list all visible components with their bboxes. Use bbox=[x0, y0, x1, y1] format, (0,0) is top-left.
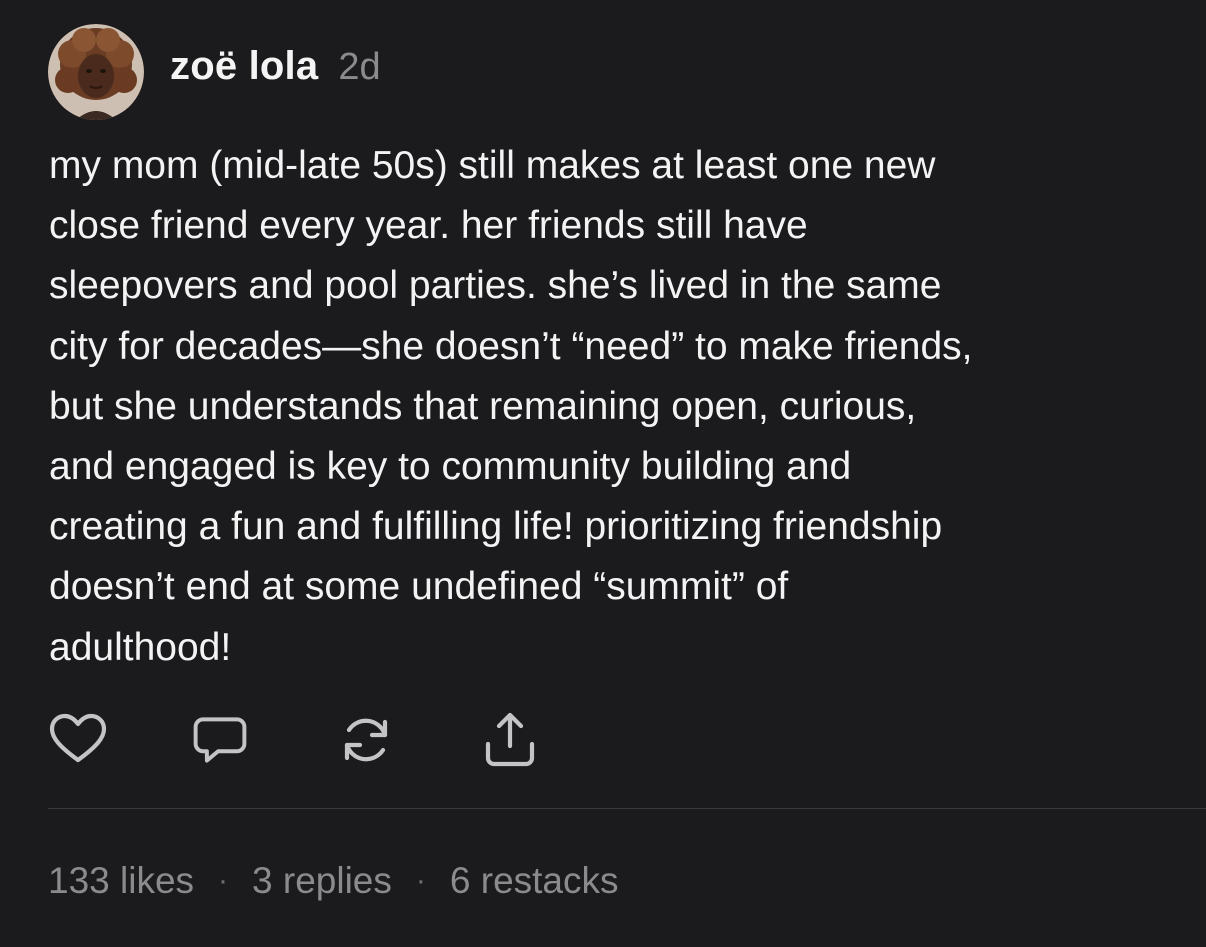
restacks-count[interactable]: 6 restacks bbox=[450, 860, 619, 902]
post-card: zoë lola 2d my mom (mid-late 50s) still … bbox=[0, 0, 1206, 947]
avatar-image bbox=[48, 24, 144, 120]
post-text-line: but she understands that remaining open,… bbox=[49, 384, 917, 428]
post-text-line: creating a fun and fulfilling life! prio… bbox=[49, 505, 943, 549]
heart-icon bbox=[49, 713, 107, 763]
restack-button[interactable] bbox=[336, 710, 396, 770]
restack-icon bbox=[344, 718, 388, 762]
post-text: my mom (mid-late 50s) still makes at lea… bbox=[49, 136, 1179, 678]
share-icon bbox=[485, 712, 535, 767]
post-text-line: my mom (mid-late 50s) still makes at lea… bbox=[49, 144, 936, 187]
replies-count[interactable]: 3 replies bbox=[252, 860, 392, 902]
post-timestamp: 2d bbox=[338, 46, 381, 88]
share-button[interactable] bbox=[480, 710, 540, 770]
post-text-line: city for decades—she doesn’t “need” to m… bbox=[49, 324, 973, 368]
author-name[interactable]: zoë lola bbox=[170, 44, 318, 89]
post-text-line: sleepovers and pool parties. she’s lived… bbox=[49, 264, 942, 308]
post-stats: 133 likes · 3 replies · 6 restacks bbox=[48, 856, 619, 906]
post-text-line: doesn’t end at some undefined “summit” o… bbox=[49, 565, 789, 609]
divider bbox=[48, 808, 1206, 809]
like-button[interactable] bbox=[48, 710, 108, 770]
likes-count[interactable]: 133 likes bbox=[48, 860, 194, 902]
post-text-line: and engaged is key to community building… bbox=[49, 445, 852, 489]
avatar[interactable] bbox=[48, 24, 144, 120]
comment-icon bbox=[193, 717, 247, 763]
comment-button[interactable] bbox=[190, 710, 250, 770]
post-header: zoë lola 2d bbox=[170, 44, 381, 92]
separator-dot: · bbox=[218, 864, 229, 897]
post-text-line: adulthood! bbox=[49, 625, 232, 669]
post-text-line: close friend every year. her friends sti… bbox=[49, 204, 808, 248]
separator-dot: · bbox=[415, 864, 426, 897]
